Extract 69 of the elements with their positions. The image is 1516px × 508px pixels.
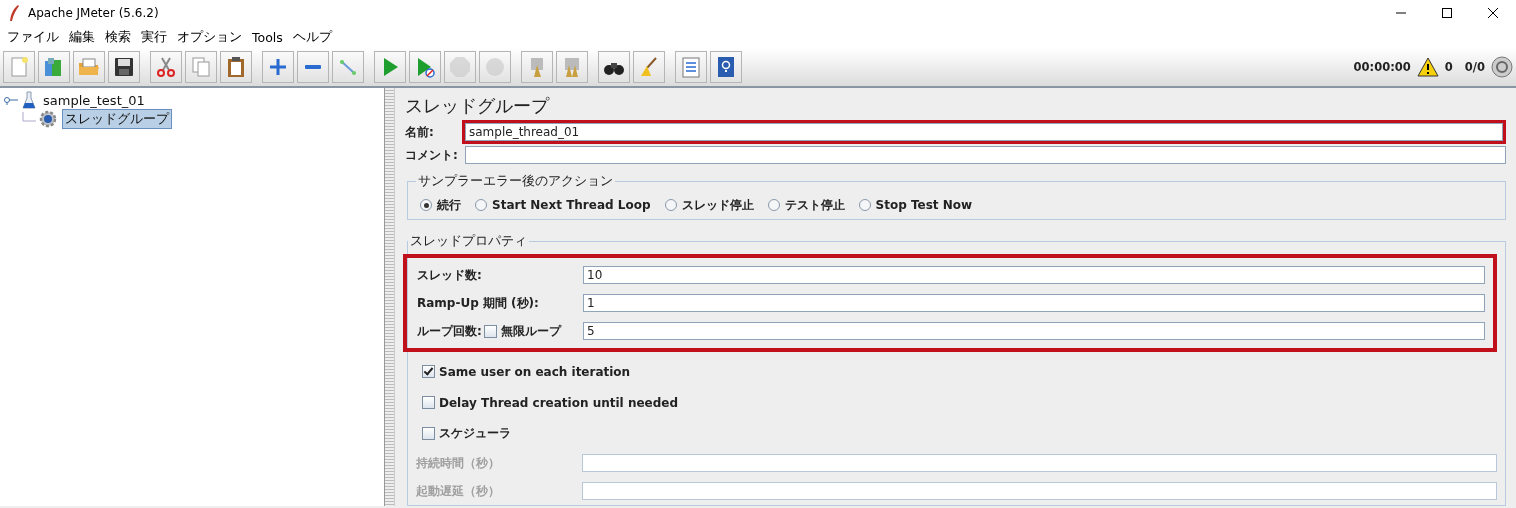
group-title: スレッドプロパティ — [409, 232, 528, 250]
menu-item[interactable]: 実行 — [136, 28, 172, 46]
loop-count-field[interactable]: 5 — [583, 322, 1485, 340]
flask-icon — [22, 91, 36, 109]
menu-item[interactable]: 編集 — [64, 28, 100, 46]
tree-handle-icon[interactable] — [4, 95, 18, 105]
group-title: サンプラーエラー後のアクション — [417, 172, 614, 190]
tree-item[interactable]: スレッドグループ — [62, 109, 172, 129]
maximize-icon[interactable] — [1441, 7, 1453, 19]
menu-item[interactable]: ヘルプ — [287, 28, 337, 46]
toggle-button[interactable] — [332, 51, 364, 83]
menu-item[interactable]: 検索 — [100, 28, 136, 46]
circle-icon — [483, 55, 507, 79]
clear-button[interactable] — [521, 51, 553, 83]
new-button[interactable] — [3, 51, 35, 83]
radio-option[interactable]: Start Next Thread Loop — [475, 198, 651, 212]
menu-item[interactable]: ファイル — [2, 28, 64, 46]
search-button[interactable] — [598, 51, 630, 83]
templates-button[interactable] — [38, 51, 70, 83]
warning-icon[interactable] — [1416, 57, 1439, 77]
clear-all-button[interactable] — [556, 51, 588, 83]
ramp-up-field[interactable]: 1 — [583, 294, 1485, 312]
checkbox[interactable]: Delay Thread creation until needed — [422, 387, 1497, 418]
splitter-handle[interactable] — [384, 88, 395, 506]
start-button[interactable] — [374, 51, 406, 83]
field-label: 名前: — [405, 123, 435, 141]
panel-title: スレッドグループ — [405, 94, 551, 118]
comment-field[interactable] — [465, 146, 1506, 164]
collapse-button[interactable] — [297, 51, 329, 83]
remote-status-icon — [1491, 56, 1513, 78]
expand-button[interactable] — [262, 51, 294, 83]
feather-icon — [8, 4, 20, 22]
input-field[interactable] — [582, 482, 1497, 500]
menu-item[interactable]: オプション — [172, 28, 247, 46]
error-count: 0 — [1444, 60, 1453, 74]
checkbox[interactable]: 無限ループ — [483, 322, 561, 340]
copy-icon — [189, 55, 213, 79]
checkbox[interactable]: スケジューラ — [422, 418, 1497, 449]
radio-option[interactable]: スレッド停止 — [664, 196, 754, 214]
field-label: Ramp-Up 期間 (秒): — [417, 294, 540, 312]
name-field[interactable]: sample_thread_01 — [465, 123, 1503, 141]
tree-item[interactable]: sample_test_01 — [40, 91, 148, 109]
gear-icon — [38, 109, 58, 129]
radio-option[interactable]: Stop Test Now — [858, 198, 973, 212]
list-icon — [679, 55, 703, 79]
elapsed-time: 00:00:00 — [1353, 60, 1411, 74]
radio-option[interactable]: 続行 — [420, 196, 461, 214]
checkbox[interactable]: Same user on each iteration — [422, 356, 1497, 387]
field-label: コメント: — [405, 146, 459, 164]
menu-item[interactable]: Tools — [247, 29, 288, 45]
field-label: 持続時間（秒） — [416, 454, 501, 472]
cut-button[interactable] — [150, 51, 182, 83]
radio-option[interactable]: テスト停止 — [767, 196, 845, 214]
field-label: 起動遅延（秒） — [416, 482, 501, 500]
save-button[interactable] — [108, 51, 140, 83]
start-no-timers-button[interactable] — [409, 51, 441, 83]
stop-icon — [448, 55, 472, 79]
field-label: ループ回数: — [417, 322, 482, 340]
help-button[interactable] — [710, 51, 742, 83]
thread-count: 0/0 — [1464, 60, 1485, 74]
field-label: スレッド数: — [417, 266, 483, 284]
scissors-icon — [154, 55, 178, 79]
close-icon[interactable] — [1487, 7, 1499, 19]
threads-field[interactable]: 10 — [583, 266, 1485, 284]
window-title: Apache JMeter (5.6.2) — [28, 6, 159, 20]
functions-button[interactable] — [675, 51, 707, 83]
input-field[interactable] — [582, 454, 1497, 472]
paste-button[interactable] — [220, 51, 252, 83]
minus-icon — [305, 65, 321, 69]
